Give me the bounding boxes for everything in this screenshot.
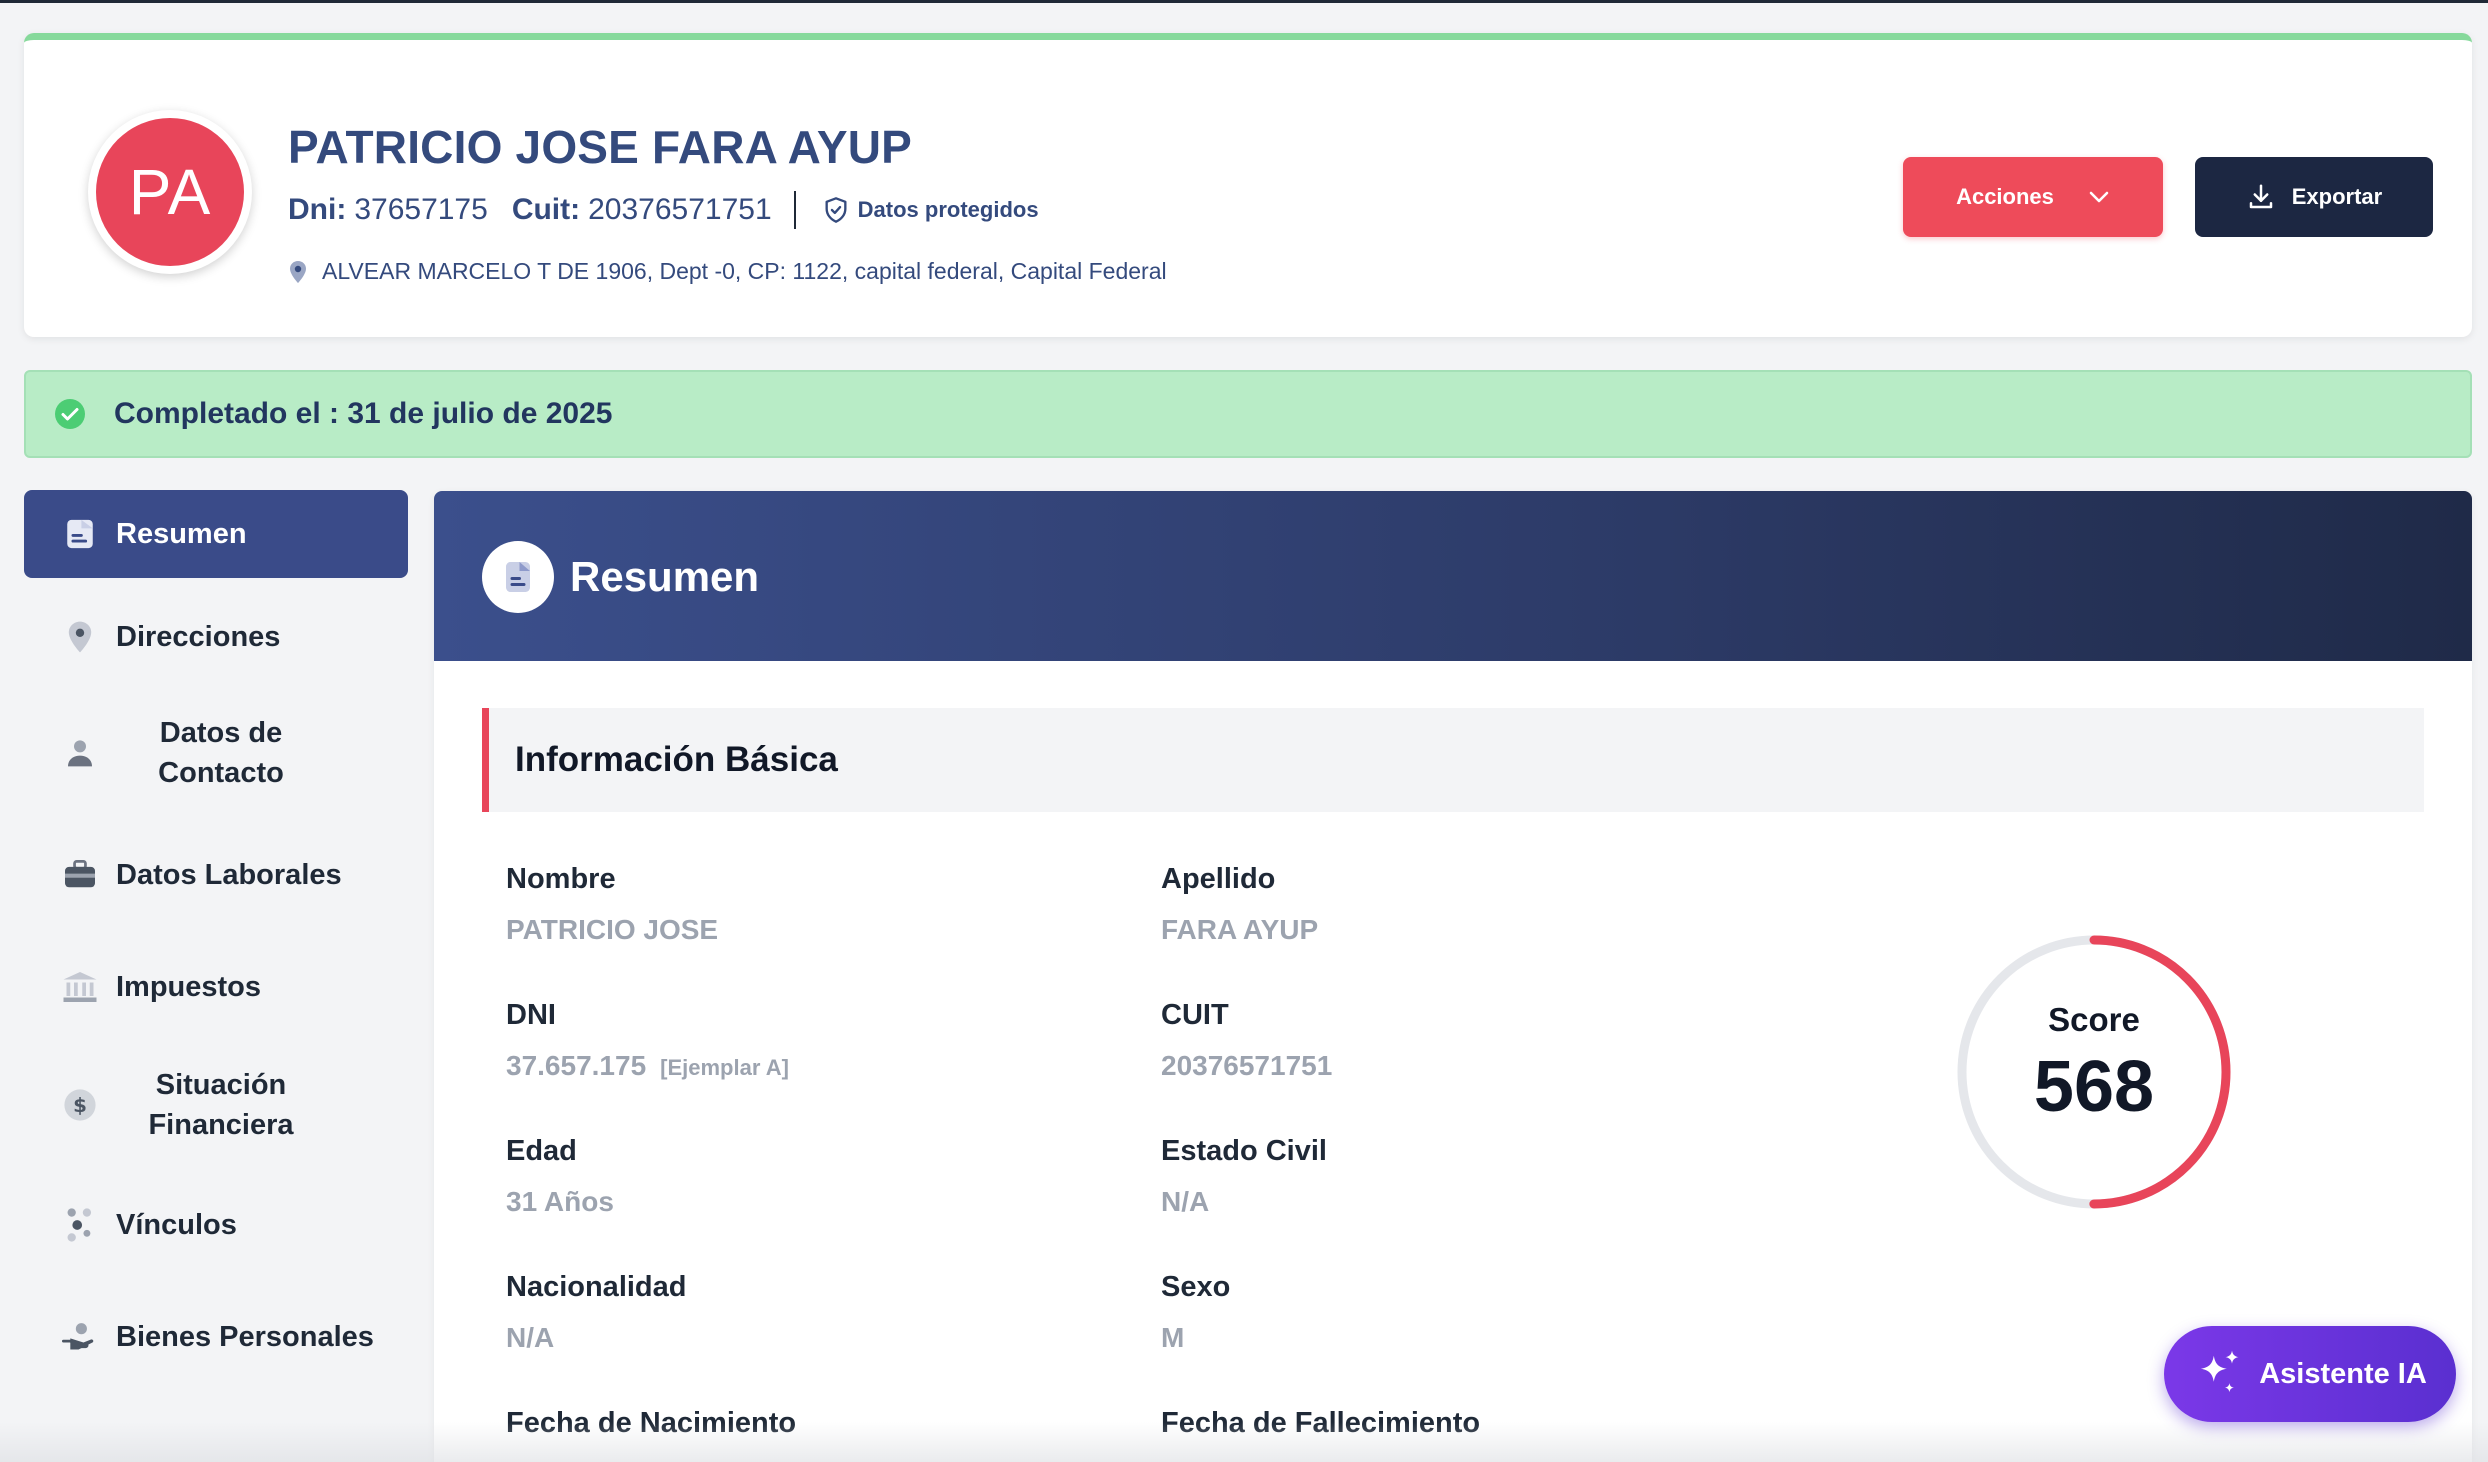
- field-apellido: Apellido FARA AYUP: [1161, 863, 1318, 946]
- top-border: [0, 0, 2488, 3]
- chevron-down-icon: [2089, 191, 2109, 203]
- section-title: Resumen: [570, 553, 760, 600]
- acciones-label: Acciones: [1956, 184, 2054, 209]
- avatar: PA: [88, 110, 252, 274]
- field-value: 37.657.175 [Ejemplar A]: [506, 1050, 789, 1082]
- field-label: Nombre: [506, 863, 616, 895]
- exportar-label: Exportar: [2291, 184, 2383, 209]
- dni-ejemplar-note: [Ejemplar A]: [660, 1055, 789, 1080]
- protected-data-label: Datos protegidos: [857, 197, 1039, 222]
- bank-icon: [62, 969, 98, 1005]
- field-cuit: CUIT 20376571751: [1161, 999, 1332, 1082]
- sidebar-item-label: Resumen: [116, 517, 247, 550]
- field-sexo: Sexo M: [1161, 1271, 1230, 1354]
- document-icon: [482, 541, 554, 613]
- field-label: Edad: [506, 1135, 577, 1167]
- ai-assistant-button[interactable]: Asistente IA: [2164, 1326, 2456, 1422]
- user-icon: [62, 735, 98, 771]
- sidebar-item-label: Impuestos: [116, 970, 262, 1003]
- field-nacionalidad: Nacionalidad N/A: [506, 1271, 687, 1354]
- sidebar-item-label: Direcciones: [116, 620, 281, 653]
- address-row: ALVEAR MARCELO T DE 1906, Dept -0, CP: 1…: [288, 258, 1167, 285]
- completion-status-bar: Completado el : 31 de julio de 2025: [24, 370, 2472, 458]
- field-label: Sexo: [1161, 1271, 1231, 1303]
- download-icon: [2249, 184, 2272, 209]
- field-value: 31 Años: [506, 1186, 614, 1217]
- ai-assistant-label: Asistente IA: [2259, 1357, 2427, 1390]
- cuit-label: Cuit:: [511, 193, 581, 226]
- hand-holding-icon: [62, 1319, 98, 1355]
- dollar-icon: $: [62, 1087, 98, 1123]
- dni-label: Dni:: [288, 193, 347, 226]
- sidebar-item-resumen[interactable]: Resumen: [24, 490, 408, 578]
- cuit-value: 20376571751: [588, 193, 772, 226]
- field-estado-civil: Estado Civil N/A: [1161, 1135, 1327, 1218]
- field-label: Nacionalidad: [506, 1271, 687, 1303]
- sidebar-item-datos-de-contacto[interactable]: Datos de Contacto: [24, 708, 408, 798]
- field-nombre: Nombre PATRICIO JOSE: [506, 863, 718, 946]
- location-pin-icon: [62, 619, 98, 655]
- field-label: DNI: [506, 999, 556, 1031]
- completion-status-text: Completado el : 31 de julio de 2025: [114, 397, 613, 430]
- sidebar-item-label: Vínculos: [116, 1208, 237, 1241]
- document-icon: [62, 516, 98, 552]
- avatar-initials: PA: [96, 118, 244, 266]
- briefcase-icon: [62, 857, 98, 893]
- acciones-button[interactable]: Acciones: [1903, 157, 2163, 237]
- sidebar-item-label: Datos de Contacto: [158, 717, 284, 789]
- svg-text:$: $: [73, 1094, 87, 1117]
- sidebar-item-bienes-personales[interactable]: Bienes Personales: [24, 1302, 408, 1372]
- identity-row: Dni: 37657175 Cuit: 20376571751 Datos pr…: [288, 190, 1039, 230]
- section-header: Resumen: [434, 491, 2472, 661]
- people-network-icon: [62, 1207, 98, 1243]
- sidebar-item-label: Bienes Personales: [116, 1320, 374, 1353]
- field-value: M: [1161, 1322, 1185, 1353]
- field-fecha-nacimiento: Fecha de Nacimiento: [506, 1407, 796, 1440]
- field-fecha-fallecimiento: Fecha de Fallecimiento: [1161, 1407, 1480, 1440]
- check-circle-icon: [55, 399, 85, 429]
- field-value: PATRICIO JOSE: [506, 914, 719, 945]
- field-label: Apellido: [1161, 863, 1276, 895]
- main-content-panel: Resumen Información Básica Nombre PATRIC…: [434, 491, 2472, 1462]
- sidebar-item-situacion-financiera[interactable]: $ Situación Financiera: [24, 1060, 408, 1150]
- exportar-button[interactable]: Exportar: [2195, 157, 2433, 237]
- profile-header-card: PA PATRICIO JOSE FARA AYUP Dni: 37657175…: [24, 33, 2472, 337]
- dni-number: 37.657.175: [506, 1050, 647, 1081]
- dni-value: 37657175: [354, 193, 488, 226]
- divider: [793, 191, 796, 229]
- field-label: CUIT: [1161, 999, 1229, 1031]
- field-value: FARA AYUP: [1161, 914, 1319, 945]
- address-text: ALVEAR MARCELO T DE 1906, Dept -0, CP: 1…: [322, 258, 1167, 284]
- sidebar-item-impuestos[interactable]: Impuestos: [24, 952, 408, 1022]
- sidebar-item-vinculos[interactable]: Vínculos: [24, 1190, 408, 1260]
- sidebar-item-direcciones[interactable]: Direcciones: [24, 602, 408, 672]
- basic-info-title: Información Básica: [515, 740, 838, 779]
- score-value: 568: [2033, 1047, 2155, 1127]
- field-label: Estado Civil: [1161, 1135, 1327, 1167]
- basic-info-title-bar: Información Básica: [482, 708, 2424, 812]
- location-pin-icon: [290, 260, 306, 283]
- field-label: Fecha de Fallecimiento: [1161, 1407, 1481, 1439]
- field-value: 20376571751: [1161, 1050, 1333, 1081]
- shield-check-icon: [825, 197, 847, 223]
- field-dni: DNI 37.657.175 [Ejemplar A]: [506, 999, 789, 1082]
- field-label: Fecha de Nacimiento: [506, 1407, 797, 1439]
- field-value: N/A: [1161, 1186, 1210, 1217]
- sidebar-item-datos-laborales[interactable]: Datos Laborales: [24, 840, 408, 910]
- sidebar-item-label: Datos Laborales: [116, 858, 342, 891]
- field-value: N/A: [506, 1322, 555, 1353]
- person-name: PATRICIO JOSE FARA AYUP: [288, 121, 913, 173]
- field-edad: Edad 31 Años: [506, 1135, 614, 1218]
- sidebar-item-label: Situación Financiera: [148, 1069, 294, 1141]
- score-label: Score: [2048, 1001, 2140, 1038]
- sparkles-icon: [2200, 1350, 2239, 1393]
